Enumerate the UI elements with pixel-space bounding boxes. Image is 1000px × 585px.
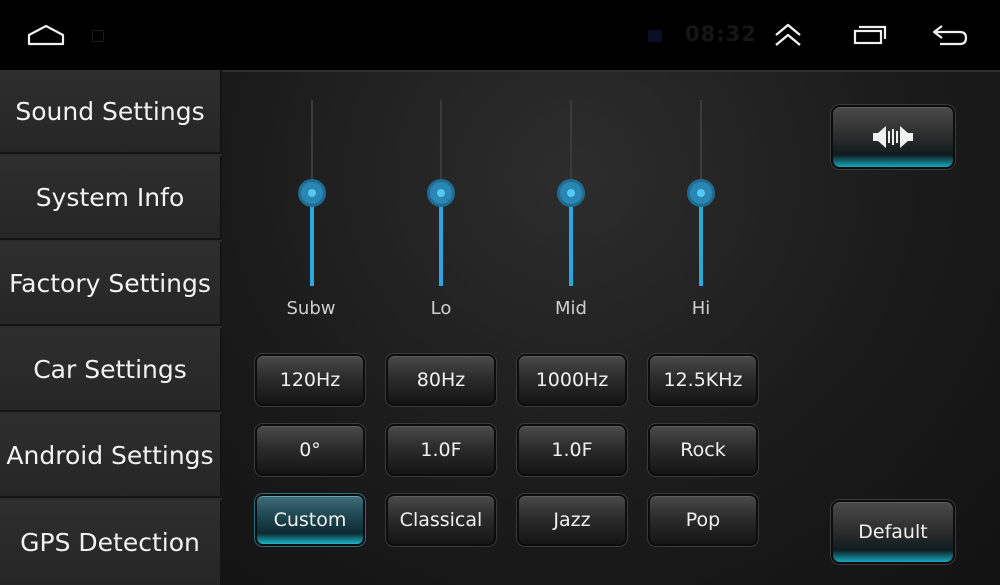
eq-slider-mid[interactable] [557,100,585,286]
speaker-balance-button[interactable] [831,105,955,169]
sidebar-item-system-info[interactable]: System Info [0,156,222,240]
back-icon [932,25,968,46]
band-label-subw: Subw [286,298,336,319]
home-button[interactable] [24,18,68,52]
phase-button-subw[interactable]: 0° [255,424,365,476]
slider-knob[interactable] [298,179,326,207]
preset-button-rock[interactable]: Rock [648,424,758,476]
q-button-lo[interactable]: 1.0F [386,424,496,476]
eq-slider-lo[interactable] [427,100,455,286]
sidebar-item-gps-detection[interactable]: GPS Detection [0,500,222,585]
eq-slider-hi[interactable] [687,100,715,286]
clock: 08:32 [685,22,757,46]
eq-slider-subw[interactable] [298,100,326,286]
slider-knob[interactable] [427,179,455,207]
freq-button-lo[interactable]: 80Hz [386,354,496,406]
freq-button-mid[interactable]: 1000Hz [517,354,627,406]
default-button[interactable]: Default [831,500,955,564]
speaker-balance-icon [873,126,913,148]
navigation-bar: 08:32 [0,0,1000,70]
recent-apps-button[interactable] [848,18,892,52]
sidebar-item-android-settings[interactable]: Android Settings [0,414,222,498]
band-label-lo: Lo [430,298,452,319]
preset-button-classical[interactable]: Classical [386,494,496,546]
slider-knob[interactable] [557,179,585,207]
band-label-mid: Mid [555,298,587,319]
back-button[interactable] [928,18,972,52]
home-icon [27,24,65,46]
equalizer-panel: Subw Lo Mid Hi 120Hz 80Hz 1000Hz 12.5KHz… [222,70,1000,585]
sidebar-item-car-settings[interactable]: Car Settings [0,328,222,412]
preset-button-pop[interactable]: Pop [648,494,758,546]
expand-button[interactable] [766,18,810,52]
recent-apps-icon [853,25,887,45]
slider-knob[interactable] [687,179,715,207]
q-button-mid[interactable]: 1.0F [517,424,627,476]
preset-button-jazz[interactable]: Jazz [517,494,627,546]
freq-button-subw[interactable]: 120Hz [255,354,365,406]
notification-icon [92,30,104,42]
band-label-hi: Hi [691,298,711,319]
preset-button-custom[interactable]: Custom [255,494,365,546]
signal-icon [648,30,662,42]
freq-button-hi[interactable]: 12.5KHz [648,354,758,406]
double-chevron-up-icon [775,23,801,46]
settings-sidebar: Sound Settings System Info Factory Setti… [0,70,222,585]
sidebar-item-factory-settings[interactable]: Factory Settings [0,242,222,326]
sidebar-item-sound-settings[interactable]: Sound Settings [0,70,222,154]
